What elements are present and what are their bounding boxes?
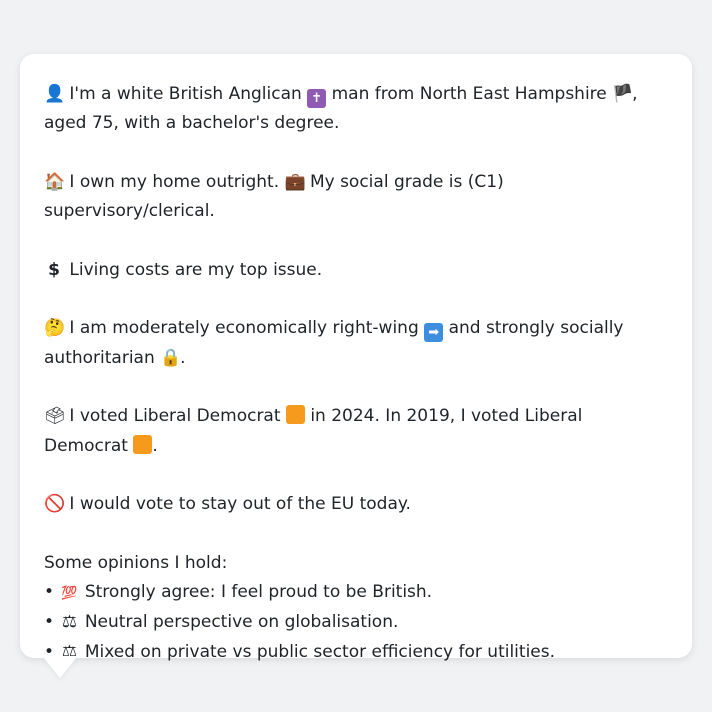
list-item: • 💯 Strongly agree: I feel proud to be B… <box>44 578 668 608</box>
votes-paragraph: 🗳 I voted Liberal Democrat in 2024. In 2… <box>44 402 668 461</box>
ideology-paragraph: 🤔 I am moderately economically right-win… <box>44 314 668 373</box>
bust-in-silhouette-icon: 👤 <box>44 84 66 104</box>
vote-2024-text: I voted Liberal Democrat <box>69 406 281 427</box>
england-flag-icon: 🏴 <box>612 84 634 104</box>
home-ownership-text: I own my home outright. <box>69 171 280 192</box>
ballot-box-icon: 🗳 <box>44 406 66 427</box>
home-paragraph: 🏠 I own my home outright. 💼 My social gr… <box>44 168 668 227</box>
top-issue-text: Living costs are my top issue. <box>69 259 323 280</box>
persona-message-bubble: 👤 I'm a white British Anglican ✝ man fro… <box>20 54 692 662</box>
latin-cross-icon: ✝ <box>307 89 327 108</box>
votes-period: . <box>152 435 158 456</box>
opinion-text: Neutral perspective on globalisation. <box>84 612 399 633</box>
identity-text: I'm a white British Anglican <box>69 84 302 104</box>
lock-icon: 🔒 <box>160 347 182 368</box>
opinion-text: Mixed on private vs public sector effici… <box>84 641 556 662</box>
no-entry-icon: 🚫 <box>44 494 66 515</box>
economic-ideology-text: I am moderately economically right-wing <box>69 318 419 339</box>
ideology-period: . <box>180 347 186 368</box>
opinion-text: Strongly agree: I feel proud to be Briti… <box>84 582 433 603</box>
dollar-sign-icon: $ <box>48 259 60 280</box>
list-item: • ⚖ Neutral perspective on globalisation… <box>44 608 668 637</box>
list-item: • ⚖ Mixed on private vs public sector ef… <box>44 638 668 667</box>
eu-paragraph: 🚫 I would vote to stay out of the EU tod… <box>44 490 668 519</box>
opinions-heading: Some opinions I hold: <box>44 552 228 573</box>
balance-scale-icon: ⚖ <box>61 612 78 633</box>
opinions-list: • 💯 Strongly agree: I feel proud to be B… <box>44 578 668 667</box>
thinking-face-icon: 🤔 <box>44 318 66 339</box>
identity-paragraph: 👤 I'm a white British Anglican ✝ man fro… <box>44 80 668 139</box>
briefcase-icon: 💼 <box>284 171 306 192</box>
house-icon: 🏠 <box>44 171 66 192</box>
right-arrow-icon: ➡ <box>424 323 444 343</box>
location-text: man from North East Hampshire <box>331 84 607 104</box>
issue-paragraph: $ Living costs are my top issue. <box>44 256 668 285</box>
orange-square-icon <box>285 405 305 425</box>
orange-square-icon <box>133 434 153 454</box>
bubble-tail <box>42 656 78 678</box>
eu-vote-text: I would vote to stay out of the EU today… <box>69 494 411 515</box>
hundred-points-icon: 💯 <box>61 586 78 602</box>
